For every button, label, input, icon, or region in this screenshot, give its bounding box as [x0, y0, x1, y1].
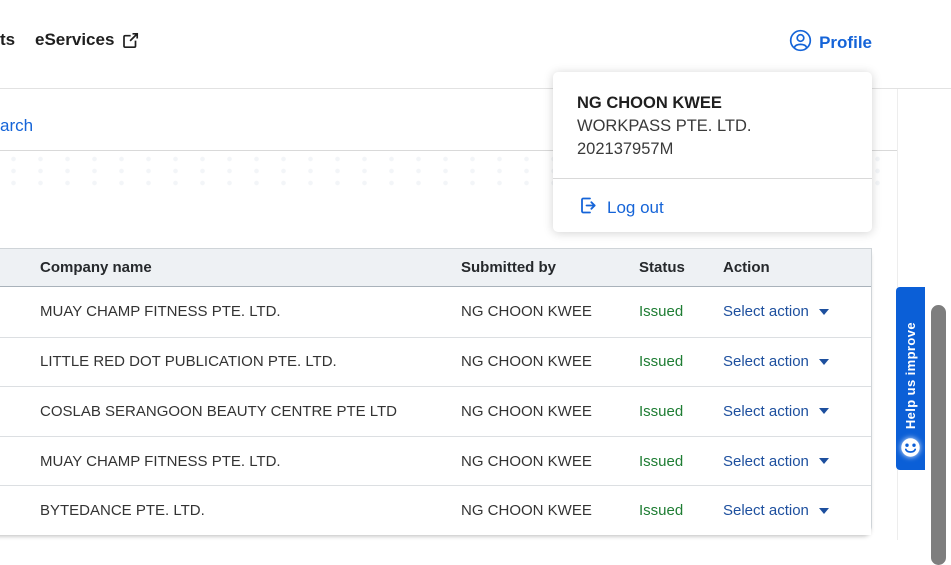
company-name-cell: MUAY CHAMP FITNESS PTE. LTD.	[40, 303, 281, 321]
status-badge: Issued	[639, 402, 684, 420]
table-row: MUAY CHAMP FITNESS PTE. LTD. NG CHOON KW…	[0, 435, 871, 486]
status-badge: Issued	[639, 353, 684, 371]
nav-eservices-label: eServices	[35, 30, 115, 49]
chevron-down-icon	[818, 458, 829, 465]
table-row: MUAY CHAMP FITNESS PTE. LTD. NG CHOON KW…	[0, 287, 871, 337]
submitted-by-cell: NG CHOON KWEE	[461, 402, 592, 420]
status-badge: Issued	[639, 452, 684, 470]
select-action-label: Select action	[723, 452, 809, 470]
logout-button[interactable]: Log out	[577, 195, 664, 221]
profile-user-name: NG CHOON KWEE	[577, 94, 722, 112]
user-circle-icon	[789, 29, 812, 57]
select-action-label: Select action	[723, 303, 809, 321]
column-header-submitted-by: Submitted by	[461, 259, 557, 276]
vertical-scrollbar[interactable]	[931, 305, 946, 565]
table-row: BYTEDANCE PTE. LTD. NG CHOON KWEE Issued…	[0, 485, 871, 535]
select-action-label: Select action	[723, 402, 809, 420]
smiley-icon	[900, 437, 921, 463]
table-row: COSLAB SERANGOON BEAUTY CENTRE PTE LTD N…	[0, 386, 871, 436]
select-action-dropdown[interactable]: Select action	[723, 453, 871, 470]
submitted-by-cell: NG CHOON KWEE	[461, 353, 592, 371]
table-body: MUAY CHAMP FITNESS PTE. LTD. NG CHOON KW…	[0, 287, 871, 535]
select-action-label: Select action	[723, 502, 809, 520]
profile-company-name: WORKPASS PTE. LTD.	[577, 117, 752, 135]
select-action-label: Select action	[723, 353, 809, 371]
select-action-dropdown[interactable]: Select action	[723, 403, 871, 420]
nav-item-clipped[interactable]: ts	[0, 30, 15, 50]
chevron-down-icon	[818, 408, 829, 415]
table-header-row: Company name Submitted by Status Action	[0, 249, 871, 287]
submitted-by-cell: NG CHOON KWEE	[461, 502, 592, 520]
help-us-improve-label: Help us improve	[903, 321, 918, 429]
select-action-dropdown[interactable]: Select action	[723, 502, 871, 519]
nav-item-eservices[interactable]: eServices	[35, 30, 140, 50]
status-badge: Issued	[639, 303, 684, 321]
profile-menu-button[interactable]: Profile	[789, 29, 872, 57]
profile-label: Profile	[819, 33, 872, 52]
table-row: LITTLE RED DOT PUBLICATION PTE. LTD. NG …	[0, 336, 871, 387]
company-name-cell: MUAY CHAMP FITNESS PTE. LTD.	[40, 452, 281, 470]
submissions-table: Company name Submitted by Status Action …	[0, 248, 872, 535]
logout-label: Log out	[607, 198, 664, 217]
logout-icon	[577, 195, 598, 221]
help-us-improve-tab[interactable]: Help us improve	[896, 287, 925, 470]
external-link-icon	[121, 31, 140, 50]
back-to-search-link[interactable]: arch	[0, 116, 33, 136]
nav-item-clipped-label: ts	[0, 30, 16, 49]
submitted-by-cell: NG CHOON KWEE	[461, 303, 592, 321]
profile-uen: 202137957M	[577, 140, 674, 158]
chevron-down-icon	[818, 308, 829, 315]
chevron-down-icon	[818, 507, 829, 514]
profile-dropdown-menu: NG CHOON KWEE WORKPASS PTE. LTD. 2021379…	[553, 72, 872, 232]
company-name-cell: BYTEDANCE PTE. LTD.	[40, 502, 205, 520]
status-badge: Issued	[639, 502, 684, 520]
submitted-by-cell: NG CHOON KWEE	[461, 452, 592, 470]
column-header-action: Action	[723, 259, 770, 276]
company-name-cell: LITTLE RED DOT PUBLICATION PTE. LTD.	[40, 353, 337, 371]
menu-divider	[553, 178, 872, 179]
column-header-company: Company name	[40, 259, 152, 276]
column-header-status: Status	[639, 259, 685, 276]
chevron-down-icon	[818, 358, 829, 365]
company-name-cell: COSLAB SERANGOON BEAUTY CENTRE PTE LTD	[40, 402, 398, 420]
select-action-dropdown[interactable]: Select action	[723, 303, 871, 320]
select-action-dropdown[interactable]: Select action	[723, 353, 871, 370]
